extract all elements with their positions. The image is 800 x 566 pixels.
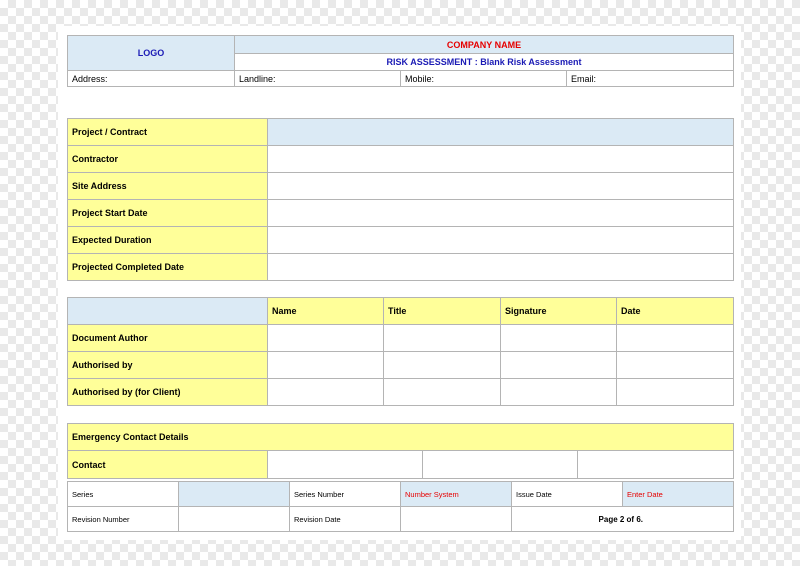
series-number-label: Series Number xyxy=(289,481,401,507)
projected-completed-date-value[interactable] xyxy=(267,253,734,281)
address-field[interactable]: Address: xyxy=(67,70,235,87)
expected-duration-label: Expected Duration xyxy=(67,226,268,254)
column-header-signature: Signature xyxy=(500,297,617,325)
contact-value-1[interactable] xyxy=(267,450,423,479)
series-label: Series xyxy=(67,481,179,507)
authorised-by-name[interactable] xyxy=(267,351,384,379)
header-table: LOGO COMPANY NAME RISK ASSESSMENT : Blan… xyxy=(67,35,735,87)
revision-date-value[interactable] xyxy=(400,506,512,532)
authorised-by-client-name[interactable] xyxy=(267,378,384,406)
revision-number-value[interactable] xyxy=(178,506,290,532)
number-system-value[interactable]: Number System xyxy=(400,481,512,507)
contractor-value[interactable] xyxy=(267,145,734,173)
authorised-by-title[interactable] xyxy=(383,351,501,379)
contact-label: Contact xyxy=(67,450,268,479)
issue-date-label: Issue Date xyxy=(511,481,623,507)
authorised-by-date[interactable] xyxy=(616,351,734,379)
document-author-title[interactable] xyxy=(383,324,501,352)
logo: LOGO xyxy=(67,35,235,71)
document-subtitle: RISK ASSESSMENT : Blank Risk Assessment xyxy=(233,53,735,71)
project-start-date-value[interactable] xyxy=(267,199,734,227)
project-details-table: Project / Contract Contractor Site Addre… xyxy=(67,118,734,281)
email-field[interactable]: Email: xyxy=(565,70,735,87)
project-contract-label: Project / Contract xyxy=(67,118,268,146)
mobile-field[interactable]: Mobile: xyxy=(400,70,567,87)
revision-date-label: Revision Date xyxy=(289,506,401,532)
authorised-by-label: Authorised by xyxy=(67,351,268,379)
expected-duration-value[interactable] xyxy=(267,226,734,254)
page-number: Page 2 of 6. xyxy=(511,506,734,532)
signoff-corner-cell xyxy=(67,297,268,325)
authorised-by-client-signature[interactable] xyxy=(500,378,617,406)
site-address-label: Site Address xyxy=(67,172,268,200)
project-start-date-label: Project Start Date xyxy=(67,199,268,227)
authorised-by-signature[interactable] xyxy=(500,351,617,379)
project-contract-value[interactable] xyxy=(267,118,734,146)
column-header-date: Date xyxy=(616,297,734,325)
column-header-name: Name xyxy=(267,297,384,325)
issue-date-value[interactable]: Enter Date xyxy=(622,481,734,507)
contractor-label: Contractor xyxy=(67,145,268,173)
projected-completed-date-label: Projected Completed Date xyxy=(67,253,268,281)
authorised-by-client-label: Authorised by (for Client) xyxy=(67,378,268,406)
signoff-table: Name Title Signature Date Document Autho… xyxy=(67,297,734,406)
emergency-contact-title: Emergency Contact Details xyxy=(66,423,735,451)
revision-number-label: Revision Number xyxy=(67,506,179,532)
authorised-by-client-title[interactable] xyxy=(383,378,501,406)
contact-value-3[interactable] xyxy=(576,450,735,479)
document-author-date[interactable] xyxy=(616,324,734,352)
emergency-contact-table: Emergency Contact Details Contact xyxy=(66,423,735,479)
site-address-value[interactable] xyxy=(267,172,734,200)
company-name: COMPANY NAME xyxy=(233,35,735,54)
footer-table: Series Series Number Number System Issue… xyxy=(67,481,734,532)
landline-field[interactable]: Landline: xyxy=(234,70,401,87)
document-author-name[interactable] xyxy=(267,324,384,352)
document-author-signature[interactable] xyxy=(500,324,617,352)
series-value[interactable] xyxy=(178,481,290,507)
contact-value-2[interactable] xyxy=(422,450,578,479)
column-header-title: Title xyxy=(383,297,501,325)
document-author-label: Document Author xyxy=(67,324,268,352)
authorised-by-client-date[interactable] xyxy=(616,378,734,406)
